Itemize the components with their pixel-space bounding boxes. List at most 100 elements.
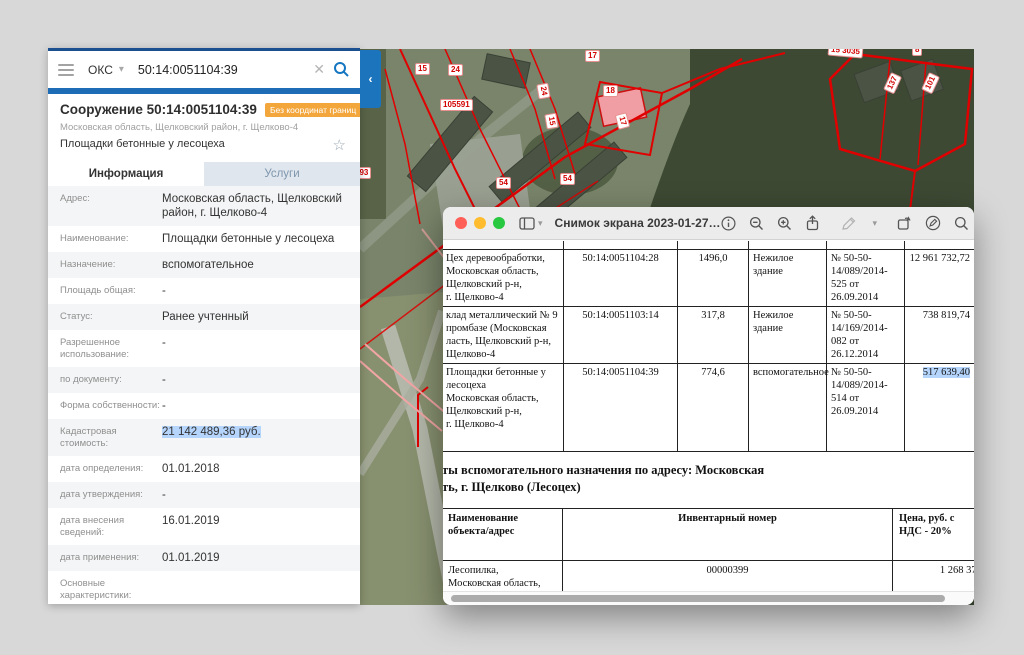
map-parcel-label[interactable]: 15 xyxy=(415,63,430,75)
name-header-cell: Наименование объекта/адрес xyxy=(443,508,563,560)
field-label: Основные характеристики: xyxy=(60,577,162,602)
map-parcel-label[interactable]: 18 xyxy=(603,85,618,97)
field-label: по документу: xyxy=(60,373,162,386)
map-parcel-label[interactable]: 54 xyxy=(496,177,511,189)
inventory-table: Наименование объекта/адрес Инвентарный н… xyxy=(443,508,974,592)
highlight-annotation-icon[interactable] xyxy=(925,215,941,231)
field-value: Площадки бетонные у лесоцеха xyxy=(162,232,350,246)
search-input[interactable] xyxy=(138,63,305,77)
field-value: - xyxy=(162,399,350,413)
object-name: Площадки бетонные у лесоцеха xyxy=(60,138,348,150)
window-search-icon[interactable] xyxy=(954,216,969,231)
search-bar: ОКС ▾ ✕ xyxy=(48,51,360,88)
horizontal-scrollbar-thumb[interactable] xyxy=(451,595,945,602)
map-parcel-label[interactable]: 15 xyxy=(544,113,558,130)
field-row-ownership: Форма собственности:- xyxy=(48,393,360,419)
field-value: - xyxy=(162,488,350,502)
field-value: - xyxy=(162,336,350,350)
traffic-lights xyxy=(455,217,505,229)
tab-information[interactable]: Информация xyxy=(48,162,204,186)
type-cell: Нежилое здание xyxy=(749,249,827,306)
field-value: 16.01.2019 xyxy=(162,514,350,528)
selected-text: 517 639,40 xyxy=(923,367,970,378)
map-parcel-label[interactable]: 24 xyxy=(448,64,463,76)
document-content[interactable]: Цех деревообработки, Московская область,… xyxy=(443,241,974,591)
table-row xyxy=(443,241,974,249)
clear-search-icon[interactable]: ✕ xyxy=(313,61,325,78)
zoom-window-button[interactable] xyxy=(493,217,505,229)
screenshot-preview-window: ▾ Снимок экрана 2023-01-27… ▾ xyxy=(443,207,974,605)
map-parcel-label[interactable]: 54 xyxy=(560,173,575,185)
field-label: Наименование: xyxy=(60,232,162,245)
info-icon[interactable] xyxy=(721,216,736,231)
search-icon[interactable] xyxy=(333,61,350,78)
area-cell: 1496,0 xyxy=(678,249,749,306)
cadastral-number-cell: 50:14:0051104:39 xyxy=(564,363,678,451)
field-label: Форма собственности: xyxy=(60,399,162,412)
zoom-out-icon[interactable] xyxy=(749,216,764,231)
field-row-purpose: Назначение:вспомогательное xyxy=(48,252,360,278)
field-row-address: Адрес:Московская область, Щелковский рай… xyxy=(48,186,360,226)
map-parcel-label[interactable]: 17 xyxy=(585,50,600,62)
field-value: 21 142 489,36 руб. xyxy=(162,425,350,439)
markup-pencil-icon[interactable] xyxy=(841,216,857,231)
sidebar-chevron-icon[interactable]: ▾ xyxy=(538,218,543,229)
map-parcel-label[interactable]: 24 xyxy=(536,83,550,100)
search-category-select[interactable]: ОКС xyxy=(88,63,113,77)
field-value: - xyxy=(162,284,350,298)
favorite-star-icon[interactable]: ☆ xyxy=(333,136,346,154)
field-row-entry-date: дата внесения сведений:16.01.2019 xyxy=(48,508,360,545)
field-row-status: Статус:Ранее учтенный xyxy=(48,304,360,330)
object-info-panel: ОКС ▾ ✕ Сооружение 50:14:0051104:39 Без … xyxy=(48,48,360,604)
field-label: Кадастровая стоимость: xyxy=(60,425,162,450)
zoom-in-icon[interactable] xyxy=(777,216,792,231)
window-titlebar[interactable]: ▾ Снимок экрана 2023-01-27… ▾ xyxy=(443,207,974,240)
heading-line: ть, г. Щелково (Лесоцех) xyxy=(443,479,974,496)
field-label: Статус: xyxy=(60,310,162,323)
field-value: - xyxy=(162,373,350,387)
object-address-subtitle: Московская область, Щелковский район, г.… xyxy=(60,122,348,133)
table-row: Цех деревообработки, Московская область,… xyxy=(443,249,974,306)
map-parcel-label[interactable]: 593 xyxy=(360,167,371,179)
cadastral-number-cell: 50:14:0051103:14 xyxy=(564,306,678,363)
object-header: Сооружение 50:14:0051104:39 Без координа… xyxy=(48,94,360,154)
field-label: дата определения: xyxy=(60,462,162,475)
field-row-determination-date: дата определения:01.01.2018 xyxy=(48,456,360,482)
map-parcel-label[interactable]: 8 xyxy=(912,49,922,56)
field-row-total-area: Площадь общая:- xyxy=(48,278,360,304)
menu-icon[interactable] xyxy=(58,64,74,76)
tab-services[interactable]: Услуги xyxy=(204,162,360,186)
field-row-cadastral-value: Кадастровая стоимость:21 142 489,36 руб. xyxy=(48,419,360,456)
field-value: 01.01.2019 xyxy=(162,551,350,565)
heading-line: ты вспомогательного назначения по адресу… xyxy=(443,462,974,479)
value-cell: 12 961 732,72 xyxy=(905,249,975,306)
rotate-icon[interactable] xyxy=(896,215,912,231)
field-label: дата применения: xyxy=(60,551,162,564)
field-row-approval-date: дата утверждения:- xyxy=(48,482,360,508)
markup-chevron-icon[interactable]: ▾ xyxy=(873,218,878,229)
sidebar-toggle-icon[interactable] xyxy=(519,217,535,230)
object-name-cell: Площадки бетонные у лесоцеха Московская … xyxy=(443,363,564,451)
table-row: Лесопилка, Московская область, 00000399 … xyxy=(443,560,974,591)
table-header-row: Наименование объекта/адрес Инвентарный н… xyxy=(443,508,974,560)
inventory-header-cell: Инвентарный номер xyxy=(563,508,893,560)
area-cell: 317,8 xyxy=(678,306,749,363)
close-window-button[interactable] xyxy=(455,217,467,229)
type-cell: Нежилое здание xyxy=(749,306,827,363)
field-label: дата внесения сведений: xyxy=(60,514,162,539)
object-name-cell: Лесопилка, Московская область, xyxy=(443,560,563,591)
map-parcel-label[interactable]: 105591 xyxy=(440,99,473,111)
horizontal-scrollbar[interactable] xyxy=(443,591,974,605)
field-label: дата утверждения: xyxy=(60,488,162,501)
minimize-window-button[interactable] xyxy=(474,217,486,229)
field-row-permitted-use: Разрешенное использование:- xyxy=(48,330,360,367)
object-title: Сооружение 50:14:0051104:39 xyxy=(60,102,257,117)
share-icon[interactable] xyxy=(805,215,820,231)
field-value: вспомогательное xyxy=(162,258,350,272)
price-header-cell: Цена, руб. с НДС - 20% xyxy=(893,508,975,560)
info-fields-list: Адрес:Московская область, Щелковский рай… xyxy=(48,186,360,604)
panel-collapse-button[interactable]: ‹ xyxy=(360,50,381,108)
field-row-by-document: по документу:- xyxy=(48,367,360,393)
chevron-down-icon[interactable]: ▾ xyxy=(119,64,124,75)
no-coordinates-badge: Без координат границ xyxy=(265,103,360,117)
